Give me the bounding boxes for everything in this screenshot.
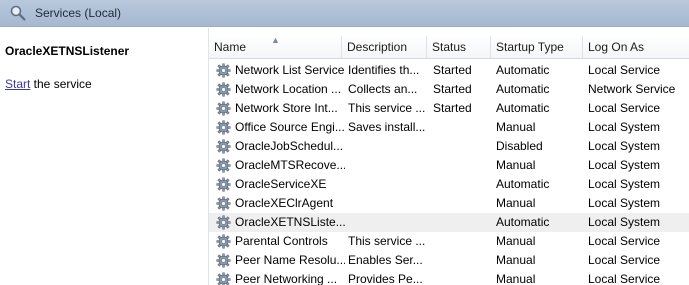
service-status-cell: Started [433, 63, 472, 77]
service-row[interactable]: OracleXEClrAgent Manual Local System [209, 194, 689, 213]
gear-icon [216, 196, 231, 211]
service-name-cell: Peer Name Resolu... [235, 253, 345, 267]
service-name-cell: OracleServiceXE [235, 177, 327, 191]
service-status-cell: Started [433, 82, 472, 96]
service-detail-pane: OracleXETNSListener Start the service [0, 28, 207, 285]
gear-icon [216, 82, 231, 97]
service-name-cell: Peer Networking ... [235, 272, 338, 285]
service-row[interactable]: OracleMTSRecove... Manual Local System [209, 156, 689, 175]
service-startup-type-cell: Automatic [496, 177, 550, 191]
services-list-pane: ▲ Name Description Status Startup Type L… [208, 28, 689, 285]
service-row[interactable]: Parental Controls This service ... Manual L… [209, 232, 689, 251]
service-status-cell: Started [433, 101, 472, 115]
services-table: Network List Service Identifies th... Star… [209, 61, 689, 285]
service-name-cell: Network Store Int... [235, 101, 338, 115]
service-row[interactable]: OracleXETNSListe... Automatic Local System [209, 213, 689, 232]
service-row[interactable]: OracleServiceXE Automatic Local System [209, 175, 689, 194]
service-description-cell: This service ... [348, 234, 426, 248]
service-startup-type-cell: Manual [496, 234, 536, 248]
service-startup-type-cell: Automatic [496, 215, 550, 229]
service-logon-cell: Local System [588, 139, 661, 153]
column-header-name[interactable]: ▲ Name [209, 35, 342, 58]
service-action: Start the service [5, 77, 92, 91]
service-name-cell: Office Source Engi... [235, 120, 345, 134]
services-header: Services (Local) [0, 0, 689, 27]
column-header-description[interactable]: Description [342, 36, 427, 58]
service-name-cell: OracleXEClrAgent [235, 196, 334, 210]
service-row[interactable]: Peer Name Resolu... Enables Ser... Manual L… [209, 251, 689, 270]
service-startup-type-cell: Manual [496, 196, 536, 210]
service-row[interactable]: Office Source Engi... Saves install... Man… [209, 118, 689, 137]
column-header-log-on-as[interactable]: Log On As [583, 36, 689, 58]
service-logon-cell: Local Service [588, 101, 661, 115]
service-name-cell: OracleXETNSListe... [235, 215, 345, 229]
column-header-status[interactable]: Status [427, 36, 491, 58]
service-action-suffix: the service [30, 77, 92, 91]
service-logon-cell: Local System [588, 158, 661, 172]
search-icon [10, 5, 26, 21]
service-logon-cell: Local Service [588, 253, 661, 267]
service-logon-cell: Local System [588, 196, 661, 210]
service-logon-cell: Local System [588, 215, 661, 229]
service-startup-type-cell: Manual [496, 272, 536, 285]
service-name-cell: OracleJobSchedul... [235, 139, 344, 153]
service-name-cell: OracleMTSRecove... [235, 158, 345, 172]
service-name-cell: Network Location ... [235, 82, 342, 96]
service-startup-type-cell: Automatic [496, 82, 550, 96]
service-logon-cell: Local Service [588, 272, 661, 285]
service-startup-type-cell: Disabled [496, 139, 543, 153]
service-logon-cell: Local System [588, 177, 661, 191]
column-header-startup-type[interactable]: Startup Type [491, 36, 583, 58]
service-logon-cell: Network Service [588, 82, 676, 96]
service-description-cell: Identifies th... [348, 63, 420, 77]
service-row[interactable]: Network Store Int... This service ... Star… [209, 99, 689, 118]
service-startup-type-cell: Automatic [496, 63, 550, 77]
header-title: Services (Local) [35, 6, 122, 20]
service-startup-type-cell: Manual [496, 253, 536, 267]
sort-ascending-icon: ▲ [271, 35, 280, 45]
service-row[interactable]: Network Location ... Collects an... Starte… [209, 80, 689, 99]
gear-icon [216, 272, 231, 285]
gear-icon [216, 101, 231, 116]
gear-icon [216, 63, 231, 78]
start-service-link[interactable]: Start [5, 77, 30, 91]
column-header-row: ▲ Name Description Status Startup Type L… [209, 35, 689, 59]
service-name-cell: Parental Controls [235, 234, 328, 248]
service-description-cell: Collects an... [348, 82, 418, 96]
gear-icon [216, 120, 231, 135]
service-logon-cell: Local System [588, 120, 661, 134]
service-logon-cell: Local Service [588, 234, 661, 248]
gear-icon [216, 253, 231, 268]
service-startup-type-cell: Manual [496, 120, 536, 134]
service-description-cell: This service ... [348, 101, 426, 115]
selected-service-name: OracleXETNSListener [5, 44, 130, 58]
service-row[interactable]: Peer Networking ... Provides Pe... Manual L… [209, 270, 689, 285]
service-name-cell: Network List Service [235, 63, 345, 77]
gear-icon [216, 139, 231, 154]
service-startup-type-cell: Automatic [496, 101, 550, 115]
gear-icon [216, 158, 231, 173]
service-description-cell: Provides Pe... [348, 272, 423, 285]
gear-icon [216, 234, 231, 249]
service-description-cell: Enables Ser... [348, 253, 423, 267]
service-logon-cell: Local Service [588, 63, 661, 77]
service-description-cell: Saves install... [348, 120, 426, 134]
service-row[interactable]: OracleJobSchedul... Disabled Local System [209, 137, 689, 156]
service-startup-type-cell: Manual [496, 158, 536, 172]
gear-icon [216, 215, 231, 230]
service-row[interactable]: Network List Service Identifies th... Star… [209, 61, 689, 80]
gear-icon [216, 177, 231, 192]
